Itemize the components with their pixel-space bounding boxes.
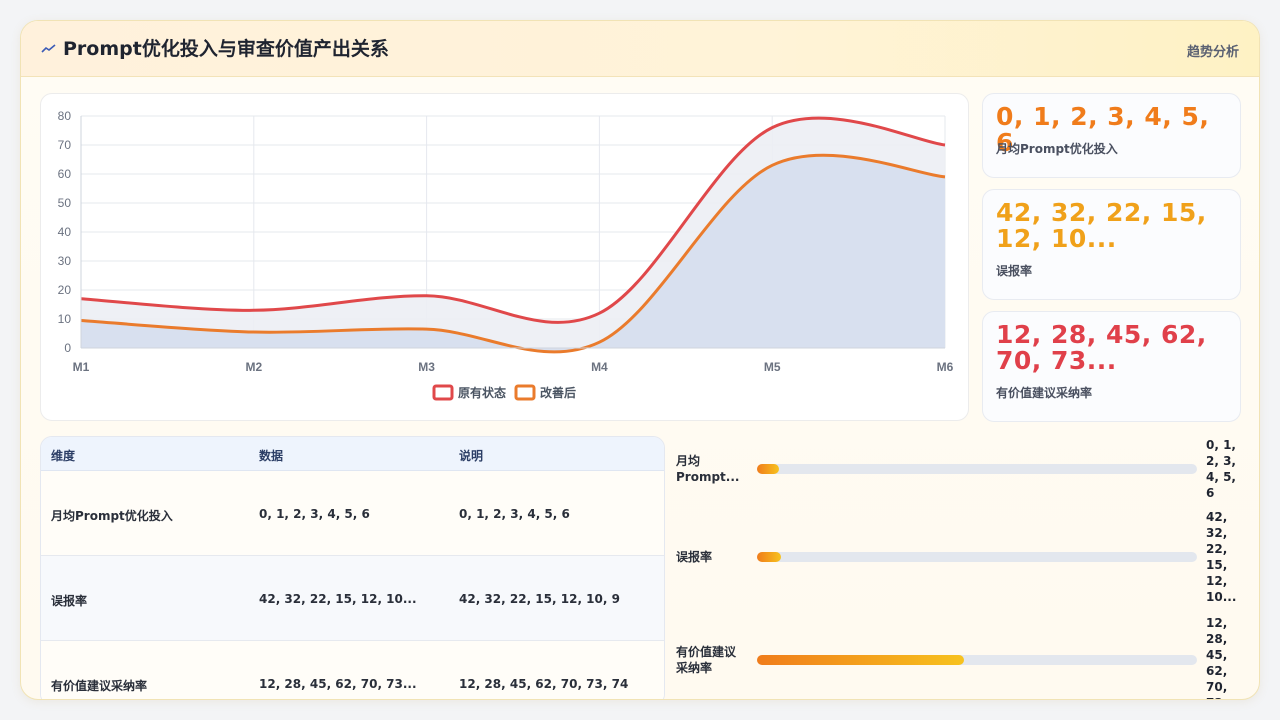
table-row: 月均Prompt优化投入 0, 1, 2, 3, 4, 5, 6 0, 1, 2…: [41, 471, 664, 556]
y-tick-label: 70: [58, 138, 72, 152]
stat-label: 误报率: [996, 264, 1033, 278]
table-cell: 0, 1, 2, 3, 4, 5, 6: [459, 507, 570, 521]
data-table: 维度 数据 说明 月均Prompt优化投入 0, 1, 2, 3, 4, 5, …: [40, 436, 665, 699]
trend-icon: [41, 41, 57, 57]
line-area-chart: 0 10 20 30 40 50 60 70 80 M1 M2 M3 M4 M5 M6 原有状态 改善后: [58, 109, 954, 401]
progress-value: 42, 32, 22, 15, 12, 10...: [1206, 510, 1237, 604]
progress-label: 月均 Prompt...: [676, 454, 740, 484]
stat-card-false-positive: 42, 32, 22, 15, 12, 10... 误报率: [982, 189, 1241, 300]
legend-label: 原有状态: [458, 385, 506, 400]
x-tick-label: M2: [245, 360, 262, 374]
progress-row-adoption: 有价值建议采纳率 12, 28, 45, 62, 70, 73...: [676, 616, 1236, 699]
y-tick-label: 50: [58, 196, 72, 210]
table-cell: 月均Prompt优化投入: [51, 509, 173, 523]
column-header: 说明: [459, 449, 484, 463]
stat-label: 有价值建议采纳率: [996, 386, 1093, 400]
x-tick-label: M6: [937, 360, 954, 374]
chart-panel: 0 10 20 30 40 50 60 70 80 M1 M2 M3 M4 M5 M6 原有状态 改善后: [40, 93, 969, 421]
y-tick-label: 30: [58, 254, 72, 268]
x-tick-label: M5: [764, 360, 781, 374]
table-cell: 12, 28, 45, 62, 70, 73...: [259, 677, 417, 691]
trend-analysis-link[interactable]: 趋势分析: [1187, 41, 1239, 60]
column-header: 数据: [259, 449, 284, 463]
progress-fill: [757, 464, 779, 474]
progress-fill: [757, 655, 964, 665]
progress-value: 12, 28, 45, 62, 70, 73...: [1206, 616, 1236, 699]
table-cell: 42, 32, 22, 15, 12, 10, 9: [459, 592, 620, 606]
y-tick-label: 20: [58, 283, 72, 297]
legend-label: 改善后: [540, 385, 576, 400]
stat-label: 月均Prompt优化投入: [996, 142, 1118, 156]
progress-row-false-positive: 误报率 42, 32, 22, 15, 12, 10...: [676, 510, 1236, 623]
stat-card-adoption-rate: 12, 28, 45, 62, 70, 73... 有价值建议采纳率: [982, 311, 1241, 422]
legend-swatch: [514, 384, 536, 401]
x-tick-label: M4: [591, 360, 608, 374]
table-cell: 0, 1, 2, 3, 4, 5, 6: [259, 507, 370, 521]
legend-swatch: [432, 384, 454, 401]
y-tick-label: 0: [64, 341, 71, 355]
table-cell: 12, 28, 45, 62, 70, 73, 74: [459, 677, 629, 691]
y-tick-label: 40: [58, 225, 72, 239]
stat-card-prompt-investment: 0, 1, 2, 3, 4, 5, 6 月均Prompt优化投入: [982, 93, 1241, 178]
header: Prompt优化投入与审查价值产出关系 趋势分析: [21, 21, 1259, 77]
dashboard-card: Prompt优化投入与审查价值产出关系 趋势分析 0 10 20 30 40 50 60 70…: [20, 20, 1260, 700]
x-tick-label: M1: [73, 360, 90, 374]
table-cell: 42, 32, 22, 15, 12, 10...: [259, 592, 417, 606]
y-tick-label: 60: [58, 167, 72, 181]
progress-row-prompt: 月均 Prompt... 0, 1, 2, 3, 4, 5, 6: [676, 438, 1236, 531]
page-title: Prompt优化投入与审查价值产出关系: [63, 38, 389, 60]
y-tick-label: 80: [58, 109, 72, 123]
column-header: 维度: [51, 449, 76, 463]
table-row: 误报率 42, 32, 22, 15, 12, 10... 42, 32, 22…: [41, 556, 664, 641]
y-tick-label: 10: [58, 312, 72, 326]
progress-label: 误报率: [676, 550, 713, 564]
progress-value: 0, 1, 2, 3, 4, 5, 6: [1206, 438, 1236, 500]
progress-label: 有价值建议采纳率: [676, 645, 737, 675]
table-header: 维度 数据 说明: [41, 437, 664, 471]
progress-track: [757, 655, 1197, 665]
stat-value: 12, 28, 45, 62, 70, 73...: [996, 322, 1207, 374]
progress-track: [757, 552, 1197, 562]
table-cell: 有价值建议采纳率: [51, 679, 148, 693]
stat-value: 42, 32, 22, 15, 12, 10...: [996, 200, 1207, 252]
progress-track: [757, 464, 1197, 474]
x-tick-label: M3: [418, 360, 435, 374]
table-cell: 误报率: [51, 594, 88, 608]
table-row: 有价值建议采纳率 12, 28, 45, 62, 70, 73... 12, 2…: [41, 641, 664, 699]
progress-fill: [757, 552, 782, 562]
